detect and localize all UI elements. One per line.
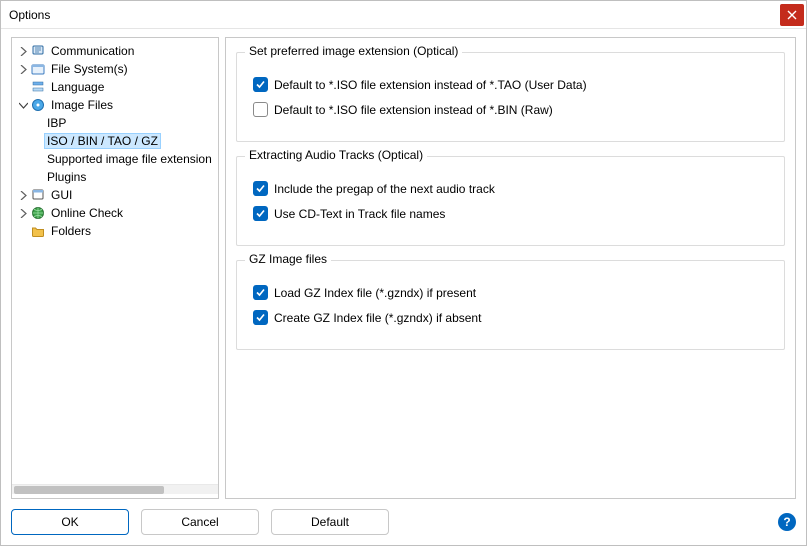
group-extracting-audio: Extracting Audio Tracks (Optical) Includ…	[236, 156, 785, 246]
disc-icon	[30, 97, 46, 113]
horizontal-scrollbar[interactable]	[12, 484, 218, 494]
tree-item-plugins[interactable]: Plugins	[12, 168, 218, 186]
help-icon[interactable]: ?	[778, 513, 796, 531]
checkbox-iso-tao[interactable]	[253, 77, 268, 92]
tree-item-label: Image Files	[48, 97, 116, 113]
option-create-gz-index[interactable]: Create GZ Index file (*.gzndx) if absent	[253, 310, 774, 325]
default-button[interactable]: Default	[271, 509, 389, 535]
tree-item-label: File System(s)	[48, 61, 131, 77]
tree-item-online-check[interactable]: Online Check	[12, 204, 218, 222]
tree-item-label: Online Check	[48, 205, 126, 221]
checkbox-load-gz[interactable]	[253, 285, 268, 300]
sidebar: Communication File System(s) Language Im…	[11, 37, 219, 499]
option-iso-tao[interactable]: Default to *.ISO file extension instead …	[253, 77, 774, 92]
language-icon	[30, 79, 46, 95]
ok-button[interactable]: OK	[11, 509, 129, 535]
tree-item-supported-extensions[interactable]: Supported image file extension	[12, 150, 218, 168]
chevron-right-icon[interactable]	[16, 206, 30, 220]
tree-item-label: Plugins	[44, 169, 89, 185]
checkbox-label: Use CD-Text in Track file names	[274, 207, 445, 221]
window-title: Options	[9, 8, 780, 22]
group-title: Set preferred image extension (Optical)	[245, 44, 462, 58]
checkbox-label: Default to *.ISO file extension instead …	[274, 78, 587, 92]
chevron-right-icon[interactable]	[16, 44, 30, 58]
scrollbar-thumb[interactable]	[14, 486, 164, 494]
tree-item-folders[interactable]: Folders	[12, 222, 218, 240]
tree-item-label: Supported image file extension	[44, 151, 215, 167]
checkbox-create-gz[interactable]	[253, 310, 268, 325]
option-load-gz-index[interactable]: Load GZ Index file (*.gzndx) if present	[253, 285, 774, 300]
chevron-right-icon[interactable]	[16, 188, 30, 202]
nav-tree: Communication File System(s) Language Im…	[12, 42, 218, 484]
checkbox-cdtext[interactable]	[253, 206, 268, 221]
communication-icon	[30, 43, 46, 59]
globe-icon	[30, 205, 46, 221]
tree-item-label: Language	[48, 79, 107, 95]
tree-item-label: GUI	[48, 187, 75, 203]
checkbox-label: Load GZ Index file (*.gzndx) if present	[274, 286, 476, 300]
checkbox-iso-bin[interactable]	[253, 102, 268, 117]
option-iso-bin[interactable]: Default to *.ISO file extension instead …	[253, 102, 774, 117]
chevron-right-icon[interactable]	[16, 62, 30, 76]
titlebar: Options	[1, 1, 806, 29]
help-label: ?	[783, 515, 790, 529]
options-dialog: Options Communication File System(s)	[0, 0, 807, 546]
tree-item-language[interactable]: Language	[12, 78, 218, 96]
checkbox-pregap[interactable]	[253, 181, 268, 196]
button-label: OK	[61, 515, 78, 529]
checkbox-label: Create GZ Index file (*.gzndx) if absent	[274, 311, 481, 325]
checkbox-label: Include the pregap of the next audio tra…	[274, 182, 495, 196]
tree-item-label: Folders	[48, 223, 94, 239]
option-include-pregap[interactable]: Include the pregap of the next audio tra…	[253, 181, 774, 196]
dialog-footer: OK Cancel Default ?	[1, 503, 806, 545]
button-label: Cancel	[181, 515, 218, 529]
close-button[interactable]	[780, 4, 804, 26]
tree-item-gui[interactable]: GUI	[12, 186, 218, 204]
checkbox-label: Default to *.ISO file extension instead …	[274, 103, 553, 117]
window-icon	[30, 187, 46, 203]
button-label: Default	[311, 515, 349, 529]
file-system-icon	[30, 61, 46, 77]
cancel-button[interactable]: Cancel	[141, 509, 259, 535]
tree-item-iso-bin-tao-gz[interactable]: ISO / BIN / TAO / GZ	[12, 132, 218, 150]
tree-item-ibp[interactable]: IBP	[12, 114, 218, 132]
group-gz-image-files: GZ Image files Load GZ Index file (*.gzn…	[236, 260, 785, 350]
chevron-down-icon[interactable]	[16, 98, 30, 112]
tree-item-file-system[interactable]: File System(s)	[12, 60, 218, 78]
group-title: GZ Image files	[245, 252, 331, 266]
tree-item-image-files[interactable]: Image Files	[12, 96, 218, 114]
tree-item-label: ISO / BIN / TAO / GZ	[44, 133, 161, 149]
group-preferred-extension: Set preferred image extension (Optical) …	[236, 52, 785, 142]
folder-icon	[30, 223, 46, 239]
tree-item-label: IBP	[44, 115, 69, 131]
tree-item-label: Communication	[48, 43, 137, 59]
group-title: Extracting Audio Tracks (Optical)	[245, 148, 427, 162]
content-panel: Set preferred image extension (Optical) …	[225, 37, 796, 499]
dialog-body: Communication File System(s) Language Im…	[1, 29, 806, 503]
option-cdtext[interactable]: Use CD-Text in Track file names	[253, 206, 774, 221]
tree-item-communication[interactable]: Communication	[12, 42, 218, 60]
